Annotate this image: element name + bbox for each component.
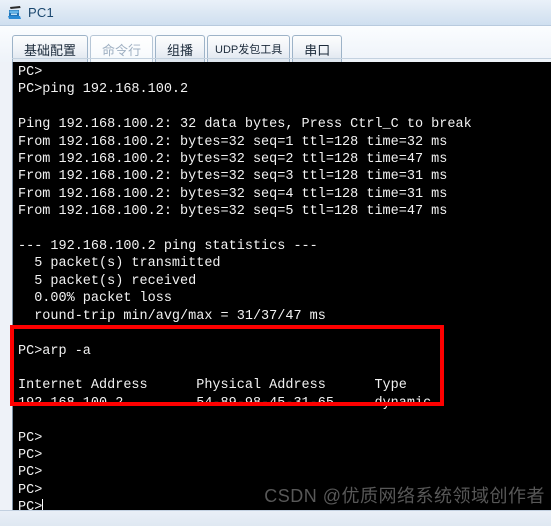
tab-label: 基础配置 — [24, 42, 77, 58]
tab-serial-port[interactable]: 串口 — [292, 35, 343, 62]
terminal-cursor — [42, 499, 44, 510]
left-gutter — [0, 62, 12, 510]
tab-udp-packet-tool[interactable]: UDP发包工具 — [207, 35, 291, 62]
terminal-output: PC> PC>ping 192.168.100.2 Ping 192.168.1… — [18, 64, 472, 510]
tab-basic-config[interactable]: 基础配置 — [12, 35, 89, 62]
tab-strip: 基础配置 命令行 组播 UDP发包工具 串口 — [0, 26, 551, 62]
tab-label: 串口 — [304, 42, 331, 58]
tab-label: 命令行 — [102, 42, 142, 58]
tab-command-line[interactable]: 命令行 — [90, 35, 154, 62]
cli-terminal[interactable]: PC> PC>ping 192.168.100.2 Ping 192.168.1… — [12, 62, 551, 510]
tab-list: 基础配置 命令行 组播 UDP发包工具 串口 — [12, 32, 344, 62]
tab-label: 组播 — [167, 42, 194, 58]
window-bottom-strip — [0, 510, 551, 526]
tab-multicast[interactable]: 组播 — [155, 35, 206, 62]
pc-device-icon — [8, 5, 21, 19]
pc1-console-window: PC1 基础配置 命令行 组播 UDP发包工具 串口 PC> PC>ping 1… — [0, 0, 551, 526]
watermark: CSDN @优质网络系统领域创作者 — [264, 486, 545, 506]
title-bar: PC1 — [0, 0, 551, 26]
tab-label: UDP发包工具 — [215, 44, 283, 56]
window-title: PC1 — [28, 5, 54, 20]
